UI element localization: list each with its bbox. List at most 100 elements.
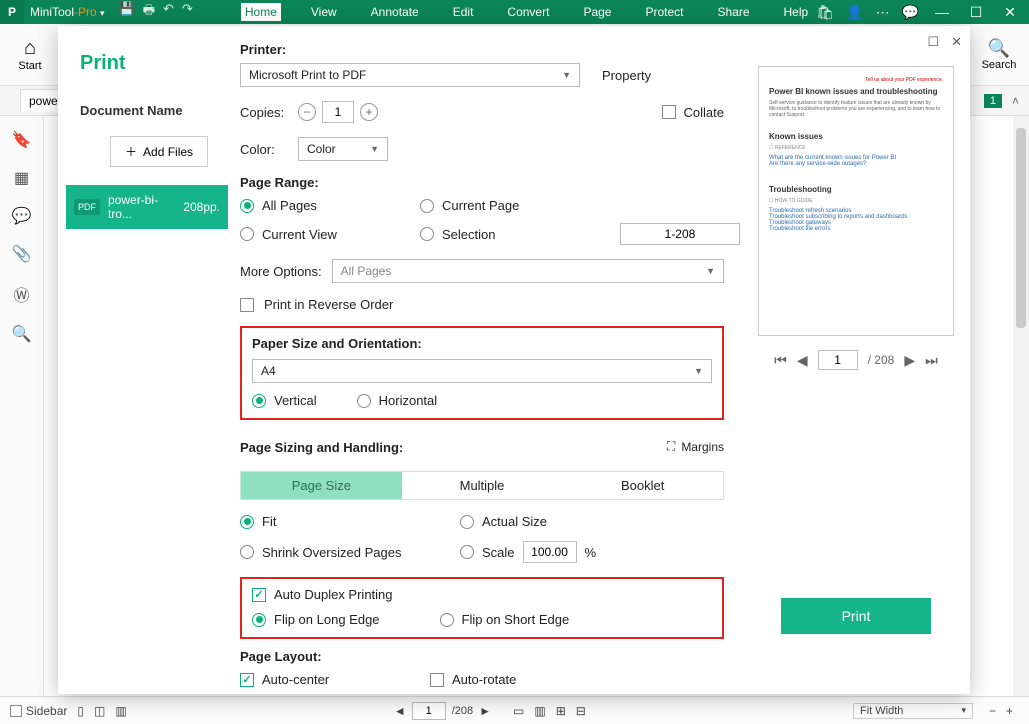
radio-fit[interactable] <box>240 515 254 529</box>
find-icon[interactable]: 🔍 <box>12 324 32 344</box>
layout-icon-1[interactable]: ▯ <box>77 704 84 718</box>
auto-rotate-checkbox[interactable] <box>430 673 444 687</box>
preview-page-total: / 208 <box>868 353 895 367</box>
radio-current-page[interactable] <box>420 199 434 213</box>
dialog-close-button[interactable]: ✕ <box>951 34 962 50</box>
preview-page-input[interactable] <box>818 350 858 370</box>
menu-edit[interactable]: Edit <box>449 3 478 21</box>
sizing-segment: Page Size Multiple Booklet <box>240 471 724 500</box>
preview-nav: ⏮ ◀ / 208 ▶ ⏭ <box>774 350 937 370</box>
search-button[interactable]: 🔍 Search <box>969 38 1029 71</box>
page-number-input[interactable] <box>412 702 446 720</box>
redo-icon[interactable]: ↷ <box>182 1 193 23</box>
collate-checkbox[interactable] <box>662 105 676 119</box>
undo-icon[interactable]: ↶ <box>163 1 174 23</box>
page-range-label: Page Range: <box>240 175 724 190</box>
copies-decrement[interactable]: − <box>298 103 316 121</box>
copies-input[interactable] <box>322 101 354 123</box>
chat-icon[interactable]: 💬 <box>902 4 919 21</box>
radio-horizontal[interactable] <box>357 394 371 408</box>
maximize-button[interactable]: ☐ <box>965 4 987 21</box>
page-nav-next[interactable]: ► <box>479 704 491 718</box>
radio-current-view[interactable] <box>240 227 254 241</box>
preview-last-icon[interactable]: ⏭ <box>925 352 938 369</box>
zoom-out-button[interactable]: − <box>989 704 996 718</box>
bookmark-icon[interactable]: 🔖 <box>12 130 32 150</box>
print-icon[interactable]: 🖶 <box>143 1 155 23</box>
duplex-section: Auto Duplex Printing Flip on Long Edge F… <box>240 577 724 639</box>
radio-selection[interactable] <box>420 227 434 241</box>
menu-share[interactable]: Share <box>713 3 753 21</box>
more-options-label: More Options: <box>240 264 322 279</box>
sidebar-toggle[interactable]: Sidebar <box>10 704 67 718</box>
selection-range-input[interactable] <box>620 223 740 245</box>
dialog-title: Print <box>80 52 220 75</box>
side-toolbar: 🔖 ▦ 💬 📎 Ⓦ 🔍 <box>0 116 44 696</box>
color-select[interactable]: Color▼ <box>298 137 388 161</box>
thumbnails-icon[interactable]: ▦ <box>14 168 29 188</box>
minimize-button[interactable]: — <box>931 4 953 20</box>
radio-flip-short[interactable] <box>440 613 454 627</box>
auto-center-checkbox[interactable] <box>240 673 254 687</box>
paper-size-select[interactable]: A4▼ <box>252 359 712 383</box>
margins-button[interactable]: ⛶Margins <box>667 439 724 454</box>
menu-home[interactable]: Home <box>241 3 281 21</box>
more-options-select[interactable]: All Pages▼ <box>332 259 724 283</box>
scale-input[interactable] <box>523 541 577 563</box>
notifications-icon[interactable]: ⋯ <box>876 4 890 21</box>
sizing-label: Page Sizing and Handling: <box>240 440 403 455</box>
radio-flip-long[interactable] <box>252 613 266 627</box>
printer-select[interactable]: Microsoft Print to PDF▼ <box>240 63 580 87</box>
dialog-maximize-button[interactable]: ☐ <box>927 34 939 50</box>
word-icon[interactable]: Ⓦ <box>13 282 29 306</box>
layout-icon-3[interactable]: ▥ <box>115 704 126 718</box>
home-icon: ⌂ <box>0 37 60 60</box>
fit-mode-select[interactable]: Fit Width▾ <box>853 703 973 719</box>
menu-convert[interactable]: Convert <box>503 3 553 21</box>
radio-vertical[interactable] <box>252 394 266 408</box>
auto-duplex-checkbox[interactable] <box>252 588 266 602</box>
tab-count-badge[interactable]: 1 <box>984 94 1002 108</box>
menu-annotate[interactable]: Annotate <box>367 3 423 21</box>
print-button[interactable]: Print <box>781 598 931 634</box>
view-mode-icon-3[interactable]: ⊞ <box>556 704 566 718</box>
dialog-sidebar: Print Document Name ＋ Add Files PDF powe… <box>58 26 228 694</box>
seg-booklet[interactable]: Booklet <box>562 472 723 499</box>
seg-multiple[interactable]: Multiple <box>402 472 563 499</box>
zoom-in-button[interactable]: + <box>1006 704 1013 718</box>
start-button[interactable]: ⌂ Start <box>0 37 60 72</box>
cart-icon[interactable]: 🛍 <box>816 4 834 21</box>
comments-icon[interactable]: 💬 <box>12 206 32 226</box>
file-list-item[interactable]: PDF power-bi-tro... 208pp. <box>66 185 228 229</box>
radio-all-pages[interactable] <box>240 199 254 213</box>
reverse-order-checkbox[interactable] <box>240 298 254 312</box>
property-link[interactable]: Property <box>602 68 651 83</box>
attachments-icon[interactable]: 📎 <box>12 244 32 264</box>
copies-stepper: − + <box>298 101 378 123</box>
add-files-button[interactable]: ＋ Add Files <box>110 136 208 167</box>
close-button[interactable]: ✕ <box>999 4 1021 21</box>
preview-first-icon[interactable]: ⏮ <box>774 352 787 369</box>
menu-view[interactable]: View <box>307 3 341 21</box>
save-icon[interactable]: 💾 <box>119 1 135 23</box>
menu-help[interactable]: Help <box>780 3 813 21</box>
view-mode-icon-2[interactable]: ▥ <box>534 704 545 718</box>
preview-prev-icon[interactable]: ◀ <box>797 352 808 369</box>
view-mode-icon-1[interactable]: ▭ <box>513 704 524 718</box>
account-icon[interactable]: 👤 <box>846 4 863 21</box>
menu-protect[interactable]: Protect <box>641 3 687 21</box>
scrollbar[interactable] <box>1013 116 1029 696</box>
page-layout-label: Page Layout: <box>240 649 724 664</box>
collapse-ribbon-icon[interactable]: ˄ <box>1012 94 1019 108</box>
copies-increment[interactable]: + <box>360 103 378 121</box>
preview-next-icon[interactable]: ▶ <box>904 352 915 369</box>
seg-page-size[interactable]: Page Size <box>241 472 402 499</box>
radio-scale[interactable] <box>460 545 474 559</box>
radio-actual-size[interactable] <box>460 515 474 529</box>
radio-shrink[interactable] <box>240 545 254 559</box>
page-nav-prev[interactable]: ◄ <box>394 704 406 718</box>
titlebar: P MiniTool-Pro ▾ 💾 🖶 ↶ ↷ Home View Annot… <box>0 0 1029 24</box>
view-mode-icon-4[interactable]: ⊟ <box>576 704 586 718</box>
menu-page[interactable]: Page <box>579 3 615 21</box>
layout-icon-2[interactable]: ◫ <box>94 704 105 718</box>
